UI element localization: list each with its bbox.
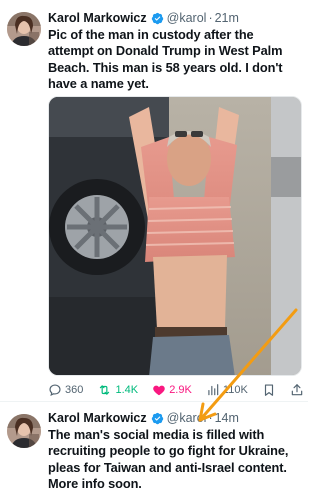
- header-separator: ·: [208, 11, 213, 25]
- like-button[interactable]: 2.9K: [152, 380, 192, 400]
- header-separator: ·: [208, 411, 213, 425]
- bookmark-button[interactable]: [262, 380, 276, 400]
- views-button[interactable]: 110K: [206, 380, 248, 400]
- tweet-actions: 360 1.4K 2.9K 110K: [48, 380, 304, 400]
- author-handle[interactable]: @karol: [167, 410, 207, 426]
- author-avatar[interactable]: [7, 414, 41, 448]
- share-button[interactable]: [290, 380, 304, 400]
- views-icon: [208, 384, 219, 396]
- author-display-name[interactable]: Karol Markowicz: [48, 410, 147, 426]
- reply-button[interactable]: 360: [48, 380, 83, 400]
- tweet-header: Karol Markowicz @karol · 21m: [48, 10, 302, 26]
- author-display-name[interactable]: Karol Markowicz: [48, 10, 147, 26]
- tweet-timestamp[interactable]: 14m: [215, 410, 239, 426]
- retweet-count: 1.4K: [115, 384, 139, 396]
- tweet-timestamp[interactable]: 21m: [215, 10, 239, 26]
- photo-icon: [49, 97, 301, 375]
- verified-badge-icon: [151, 12, 164, 25]
- retweet-icon: [100, 385, 110, 395]
- tweet-header: Karol Markowicz @karol · 14m: [48, 410, 302, 426]
- author-avatar[interactable]: [7, 12, 41, 46]
- author-handle[interactable]: @karol: [167, 10, 207, 26]
- tweet-text: The man's social media is filled with re…: [48, 427, 289, 491]
- share-icon: [291, 384, 303, 396]
- retweet-button[interactable]: 1.4K: [97, 380, 138, 400]
- bookmark-icon: [264, 384, 273, 396]
- tweet-photo[interactable]: [48, 96, 302, 376]
- reply-icon: [49, 384, 61, 397]
- tweet-text: Pic of the man in custody after the atte…: [48, 27, 283, 91]
- verified-badge-icon: [151, 412, 164, 425]
- heart-icon: [153, 385, 165, 396]
- reply-count: 360: [65, 384, 84, 396]
- tweet[interactable]: Karol Markowicz @karol · 21m Pic of the …: [0, 0, 308, 402]
- tweet[interactable]: Karol Markowicz @karol · 14m The man's s…: [0, 402, 308, 500]
- views-count: 110K: [222, 384, 248, 396]
- like-count: 2.9K: [169, 384, 192, 396]
